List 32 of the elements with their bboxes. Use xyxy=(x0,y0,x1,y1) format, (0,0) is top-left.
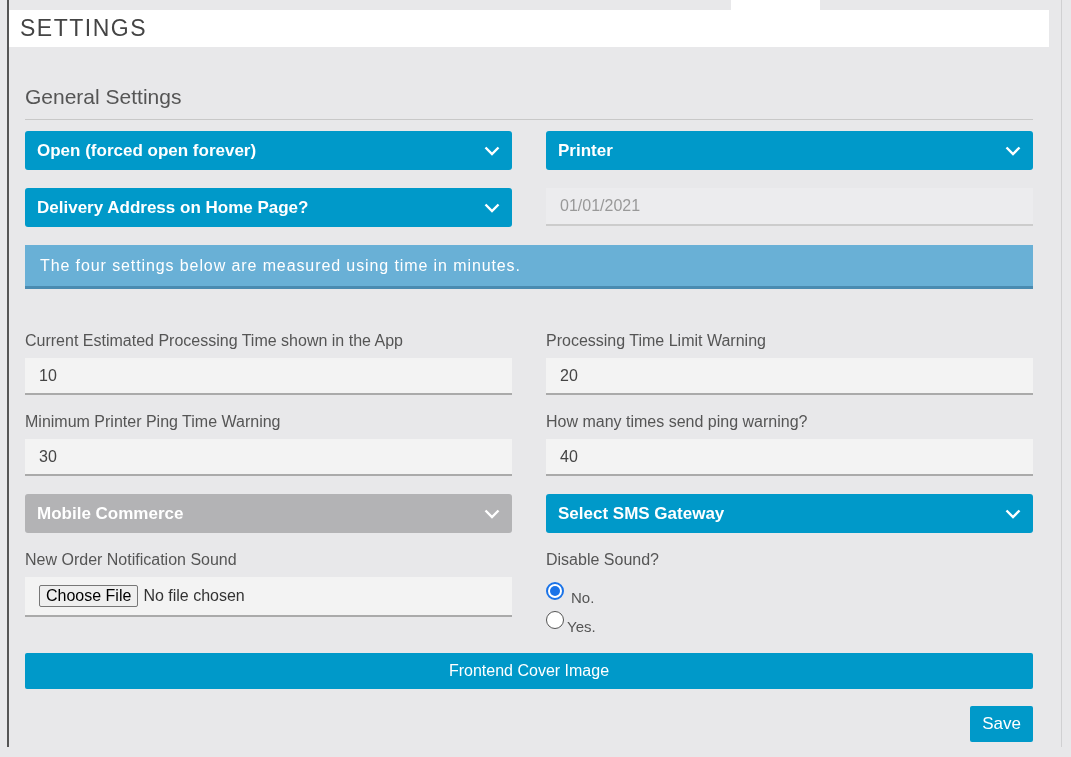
chevron-down-icon xyxy=(484,508,500,519)
info-banner: The four settings below are measured using time in minutes. xyxy=(25,245,1033,289)
dropdown[interactable]: Printer xyxy=(546,131,1033,170)
field-label: Minimum Printer Ping Time Warning xyxy=(25,413,281,431)
input-field[interactable]: 40 xyxy=(546,439,1033,476)
input-field[interactable]: 30 xyxy=(25,439,512,476)
field-label: How many times send ping warning? xyxy=(546,413,808,431)
file-field[interactable]: Choose File No file chosen xyxy=(25,577,512,617)
field-label: Disable Sound? xyxy=(546,551,659,569)
radio-button[interactable] xyxy=(546,582,564,600)
save-button[interactable]: Save xyxy=(970,706,1033,742)
dropdown[interactable]: Delivery Address on Home Page? xyxy=(25,188,512,227)
radio-button[interactable] xyxy=(546,611,564,629)
input-field[interactable]: 20 xyxy=(546,358,1033,395)
section-title: General Settings xyxy=(25,85,1033,120)
field-label: New Order Notification Sound xyxy=(25,551,237,569)
input-field[interactable]: 10 xyxy=(25,358,512,395)
chevron-down-icon xyxy=(1005,508,1021,519)
radio-label: No. xyxy=(571,589,595,606)
cover-image-button[interactable]: Frontend Cover Image xyxy=(25,653,1033,689)
radio-label: Yes. xyxy=(567,618,596,635)
date-field[interactable]: 01/01/2021 xyxy=(546,188,1033,226)
chevron-down-icon xyxy=(1005,145,1021,156)
dropdown[interactable]: Open (forced open forever) xyxy=(25,131,512,170)
field-label: Processing Time Limit Warning xyxy=(546,332,766,350)
field-label: Current Estimated Processing Time shown in the App xyxy=(25,332,403,350)
file-status: No file chosen xyxy=(143,587,245,605)
page-title: SETTINGS xyxy=(20,15,147,42)
chevron-down-icon xyxy=(484,202,500,213)
choose-file-button[interactable]: Choose File xyxy=(39,585,139,607)
dropdown[interactable]: Select SMS Gateway xyxy=(546,494,1033,533)
chevron-down-icon xyxy=(484,145,500,156)
